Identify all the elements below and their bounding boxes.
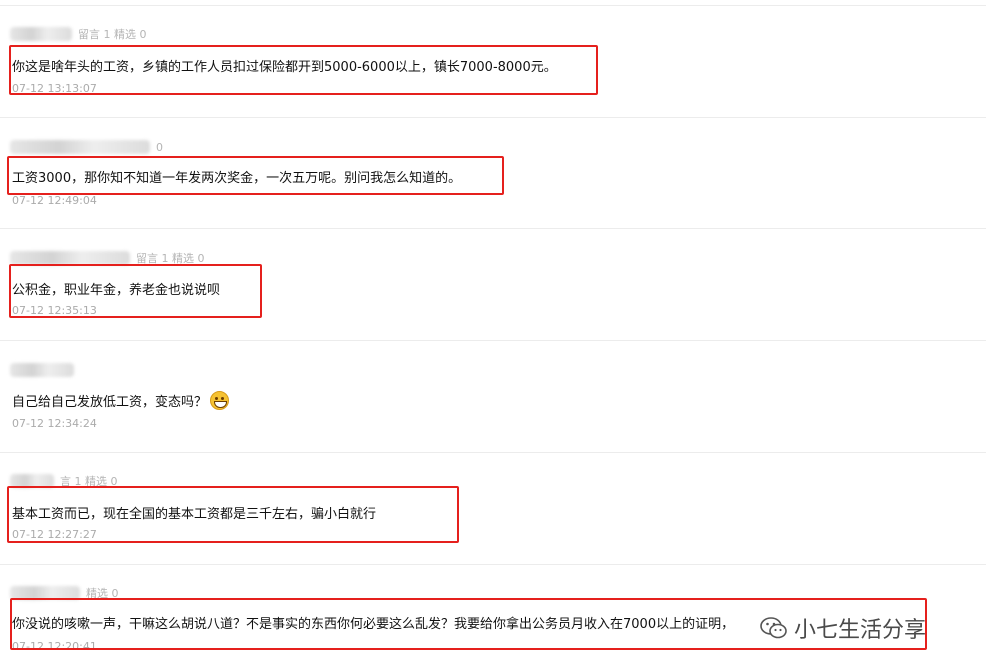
grinning-emoji-icon bbox=[210, 391, 230, 410]
comment-time: 07-12 12:34:24 bbox=[12, 417, 97, 430]
comment-meta: 留言 1 精选 0 bbox=[10, 26, 147, 42]
comment-text: 自己给自己发放低工资，变态吗？ bbox=[12, 391, 230, 410]
wechat-icon bbox=[760, 616, 788, 640]
blurred-username bbox=[10, 251, 130, 265]
comment-time: 07-12 12:49:04 bbox=[12, 194, 97, 207]
highlight-box bbox=[9, 45, 598, 95]
highlight-box bbox=[9, 264, 262, 318]
watermark: 小七生活分享 bbox=[760, 612, 926, 644]
divider bbox=[0, 5, 986, 6]
comment-meta bbox=[10, 362, 80, 378]
comment-text-body: 自己给自己发放低工资，变态吗？ bbox=[12, 395, 208, 410]
blurred-username bbox=[10, 140, 150, 154]
comment-stats: 留言 1 精选 0 bbox=[78, 28, 147, 41]
blurred-username bbox=[10, 363, 74, 377]
divider bbox=[0, 564, 986, 565]
blurred-username bbox=[10, 27, 72, 41]
highlight-box bbox=[7, 486, 459, 543]
comment-stats: 0 bbox=[156, 140, 163, 154]
highlight-box bbox=[7, 156, 504, 195]
divider bbox=[0, 228, 986, 229]
divider bbox=[0, 117, 986, 118]
comment-meta: 0 bbox=[10, 139, 163, 155]
divider bbox=[0, 452, 986, 453]
divider bbox=[0, 340, 986, 341]
watermark-text: 小七生活分享 bbox=[794, 618, 927, 643]
